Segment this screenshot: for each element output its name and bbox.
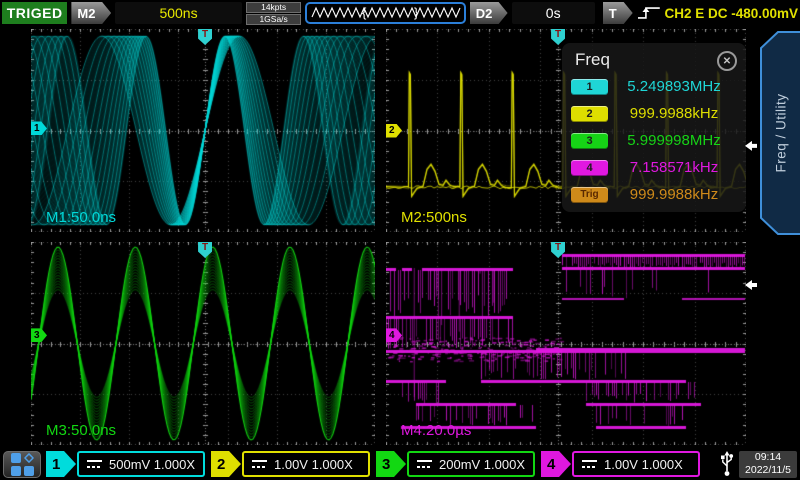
menu-square-icon	[11, 453, 21, 463]
channel-group-3[interactable]: 3 200mV 1.000X	[376, 451, 535, 477]
trigger-marker-glyph: T	[555, 29, 561, 45]
window-left-bracket: {	[362, 5, 367, 20]
dc-coupling-icon	[252, 460, 267, 469]
acquisition-info: 14kpts 1GSa/s	[246, 2, 301, 25]
freq-rows: 1 5.249893MHz 2 999.9988kHz 3 5.999998MH…	[562, 73, 746, 208]
channel-badge: 3	[571, 133, 608, 149]
freq-measurement-row: 2 999.9988kHz	[562, 100, 746, 127]
channel-scale-label: 500mV 1.000X	[109, 457, 195, 472]
frequency-value: 5.999998MHz	[608, 132, 740, 149]
frequency-value: 999.9988kHz	[608, 186, 740, 203]
channel-groups: 1 500mV 1.000X 2 1.00V 1.000X 3 200mV 1.…	[46, 451, 700, 477]
trigger-marker-glyph: T	[555, 242, 561, 258]
menu-button[interactable]	[3, 451, 41, 478]
menu-square-icon	[24, 466, 34, 476]
channel-group-4[interactable]: 4 1.00V 1.000X	[541, 451, 700, 477]
dc-coupling-icon	[417, 460, 432, 469]
channel-number-badge[interactable]: 3	[376, 451, 406, 477]
tab-label: Freq / Utility	[774, 93, 789, 172]
frequency-value: 5.249893MHz	[608, 78, 740, 95]
channel-badge: 2	[571, 106, 608, 122]
channel-settings-box[interactable]: 1.00V 1.000X	[572, 451, 700, 477]
channel-badge: Trig	[571, 187, 608, 203]
menu-square-icon	[11, 466, 21, 476]
delay-readout[interactable]: 0s	[512, 2, 595, 24]
frequency-value: 999.9988kHz	[608, 105, 740, 122]
channel-number-badge[interactable]: 2	[211, 451, 241, 477]
top-status-bar: TRIGED M2 500ns 14kpts 1GSa/s { } D2 0s …	[0, 0, 800, 26]
trigger-marker-glyph: T	[202, 242, 208, 258]
channel-scale-label: 200mV 1.000X	[439, 457, 525, 472]
channel-number-badge[interactable]: 1	[46, 451, 76, 477]
dc-coupling-icon	[87, 460, 102, 469]
trigger-status-badge: TRIGED	[2, 2, 67, 24]
channel-settings-box[interactable]: 500mV 1.000X	[77, 451, 205, 477]
freq-measurement-panel: Freq ✕ 1 5.249893MHz 2 999.9988kHz 3 5.9…	[562, 43, 746, 212]
freq-measurement-row: 3 5.999998MHz	[562, 127, 746, 154]
horizontal-ref-badge[interactable]: M2	[71, 2, 111, 24]
preview-zigzag-icon: { }	[310, 4, 462, 22]
quadrant-timebase-label: M2:500ns	[401, 209, 467, 226]
usb-icon	[720, 451, 734, 477]
waveform-preview-strip[interactable]: { }	[305, 2, 465, 24]
channel-settings-box[interactable]: 200mV 1.000X	[407, 451, 535, 477]
channel-settings-box[interactable]: 1.00V 1.000X	[242, 451, 370, 477]
quadrant-m4[interactable]: T 4 M4:20.0µs	[386, 242, 746, 445]
timebase-readout[interactable]: 500ns	[115, 2, 242, 24]
trigger-settings-readout[interactable]: CH2 E DC -480.00mV	[664, 6, 798, 21]
waveform-canvas	[386, 242, 746, 445]
frequency-value: 7.158571kHz	[608, 159, 740, 176]
freq-measurement-row: 4 7.158571kHz	[562, 154, 746, 181]
channel-scale-label: 1.00V 1.000X	[604, 457, 683, 472]
waveform-canvas	[31, 242, 375, 445]
dc-coupling-icon	[582, 460, 597, 469]
quadrant-timebase-label: M4:20.0µs	[401, 422, 471, 439]
quadrant-timebase-label: M1:50.0ns	[46, 209, 116, 226]
channel-scale-label: 1.00V 1.000X	[274, 457, 353, 472]
trigger-ref-badge[interactable]: T	[603, 2, 633, 24]
trigger-level-arrow[interactable]	[745, 141, 757, 151]
sample-rate: 1GSa/s	[246, 14, 301, 25]
memory-depth: 14kpts	[246, 2, 301, 13]
window-right-bracket: }	[414, 5, 419, 20]
channel-group-2[interactable]: 2 1.00V 1.000X	[211, 451, 370, 477]
delay-ref-badge[interactable]: D2	[470, 2, 508, 24]
quadrant-timebase-label: M3:50.0ns	[46, 422, 116, 439]
channel-badge: 1	[571, 79, 608, 95]
menu-diamond-icon	[23, 452, 33, 462]
freq-measurement-row: 1 5.249893MHz	[562, 73, 746, 100]
clock[interactable]: 09:14 2022/11/5	[739, 451, 797, 478]
date: 2022/11/5	[745, 464, 791, 477]
menu-tab-freq-utility[interactable]: Freq / Utility	[758, 30, 800, 236]
quadrant-m1[interactable]: T 1 M1:50.0ns	[31, 29, 375, 232]
close-icon[interactable]: ✕	[717, 51, 737, 71]
freq-measurement-row: Trig 999.9988kHz	[562, 181, 746, 208]
rising-edge-icon	[637, 5, 661, 21]
trigger-marker-glyph: T	[202, 29, 208, 45]
time: 09:14	[755, 451, 781, 464]
bottom-channel-bar: 1 500mV 1.000X 2 1.00V 1.000X 3 200mV 1.…	[0, 448, 800, 480]
waveform-canvas	[31, 29, 375, 232]
quadrant-m3[interactable]: T 3 M3:50.0ns	[31, 242, 375, 445]
oscilloscope-screen: TRIGED M2 500ns 14kpts 1GSa/s { } D2 0s …	[0, 0, 800, 480]
channel-number-badge[interactable]: 4	[541, 451, 571, 477]
trigger-level-arrow[interactable]	[745, 280, 757, 290]
channel-group-1[interactable]: 1 500mV 1.000X	[46, 451, 205, 477]
channel-badge: 4	[571, 160, 608, 176]
